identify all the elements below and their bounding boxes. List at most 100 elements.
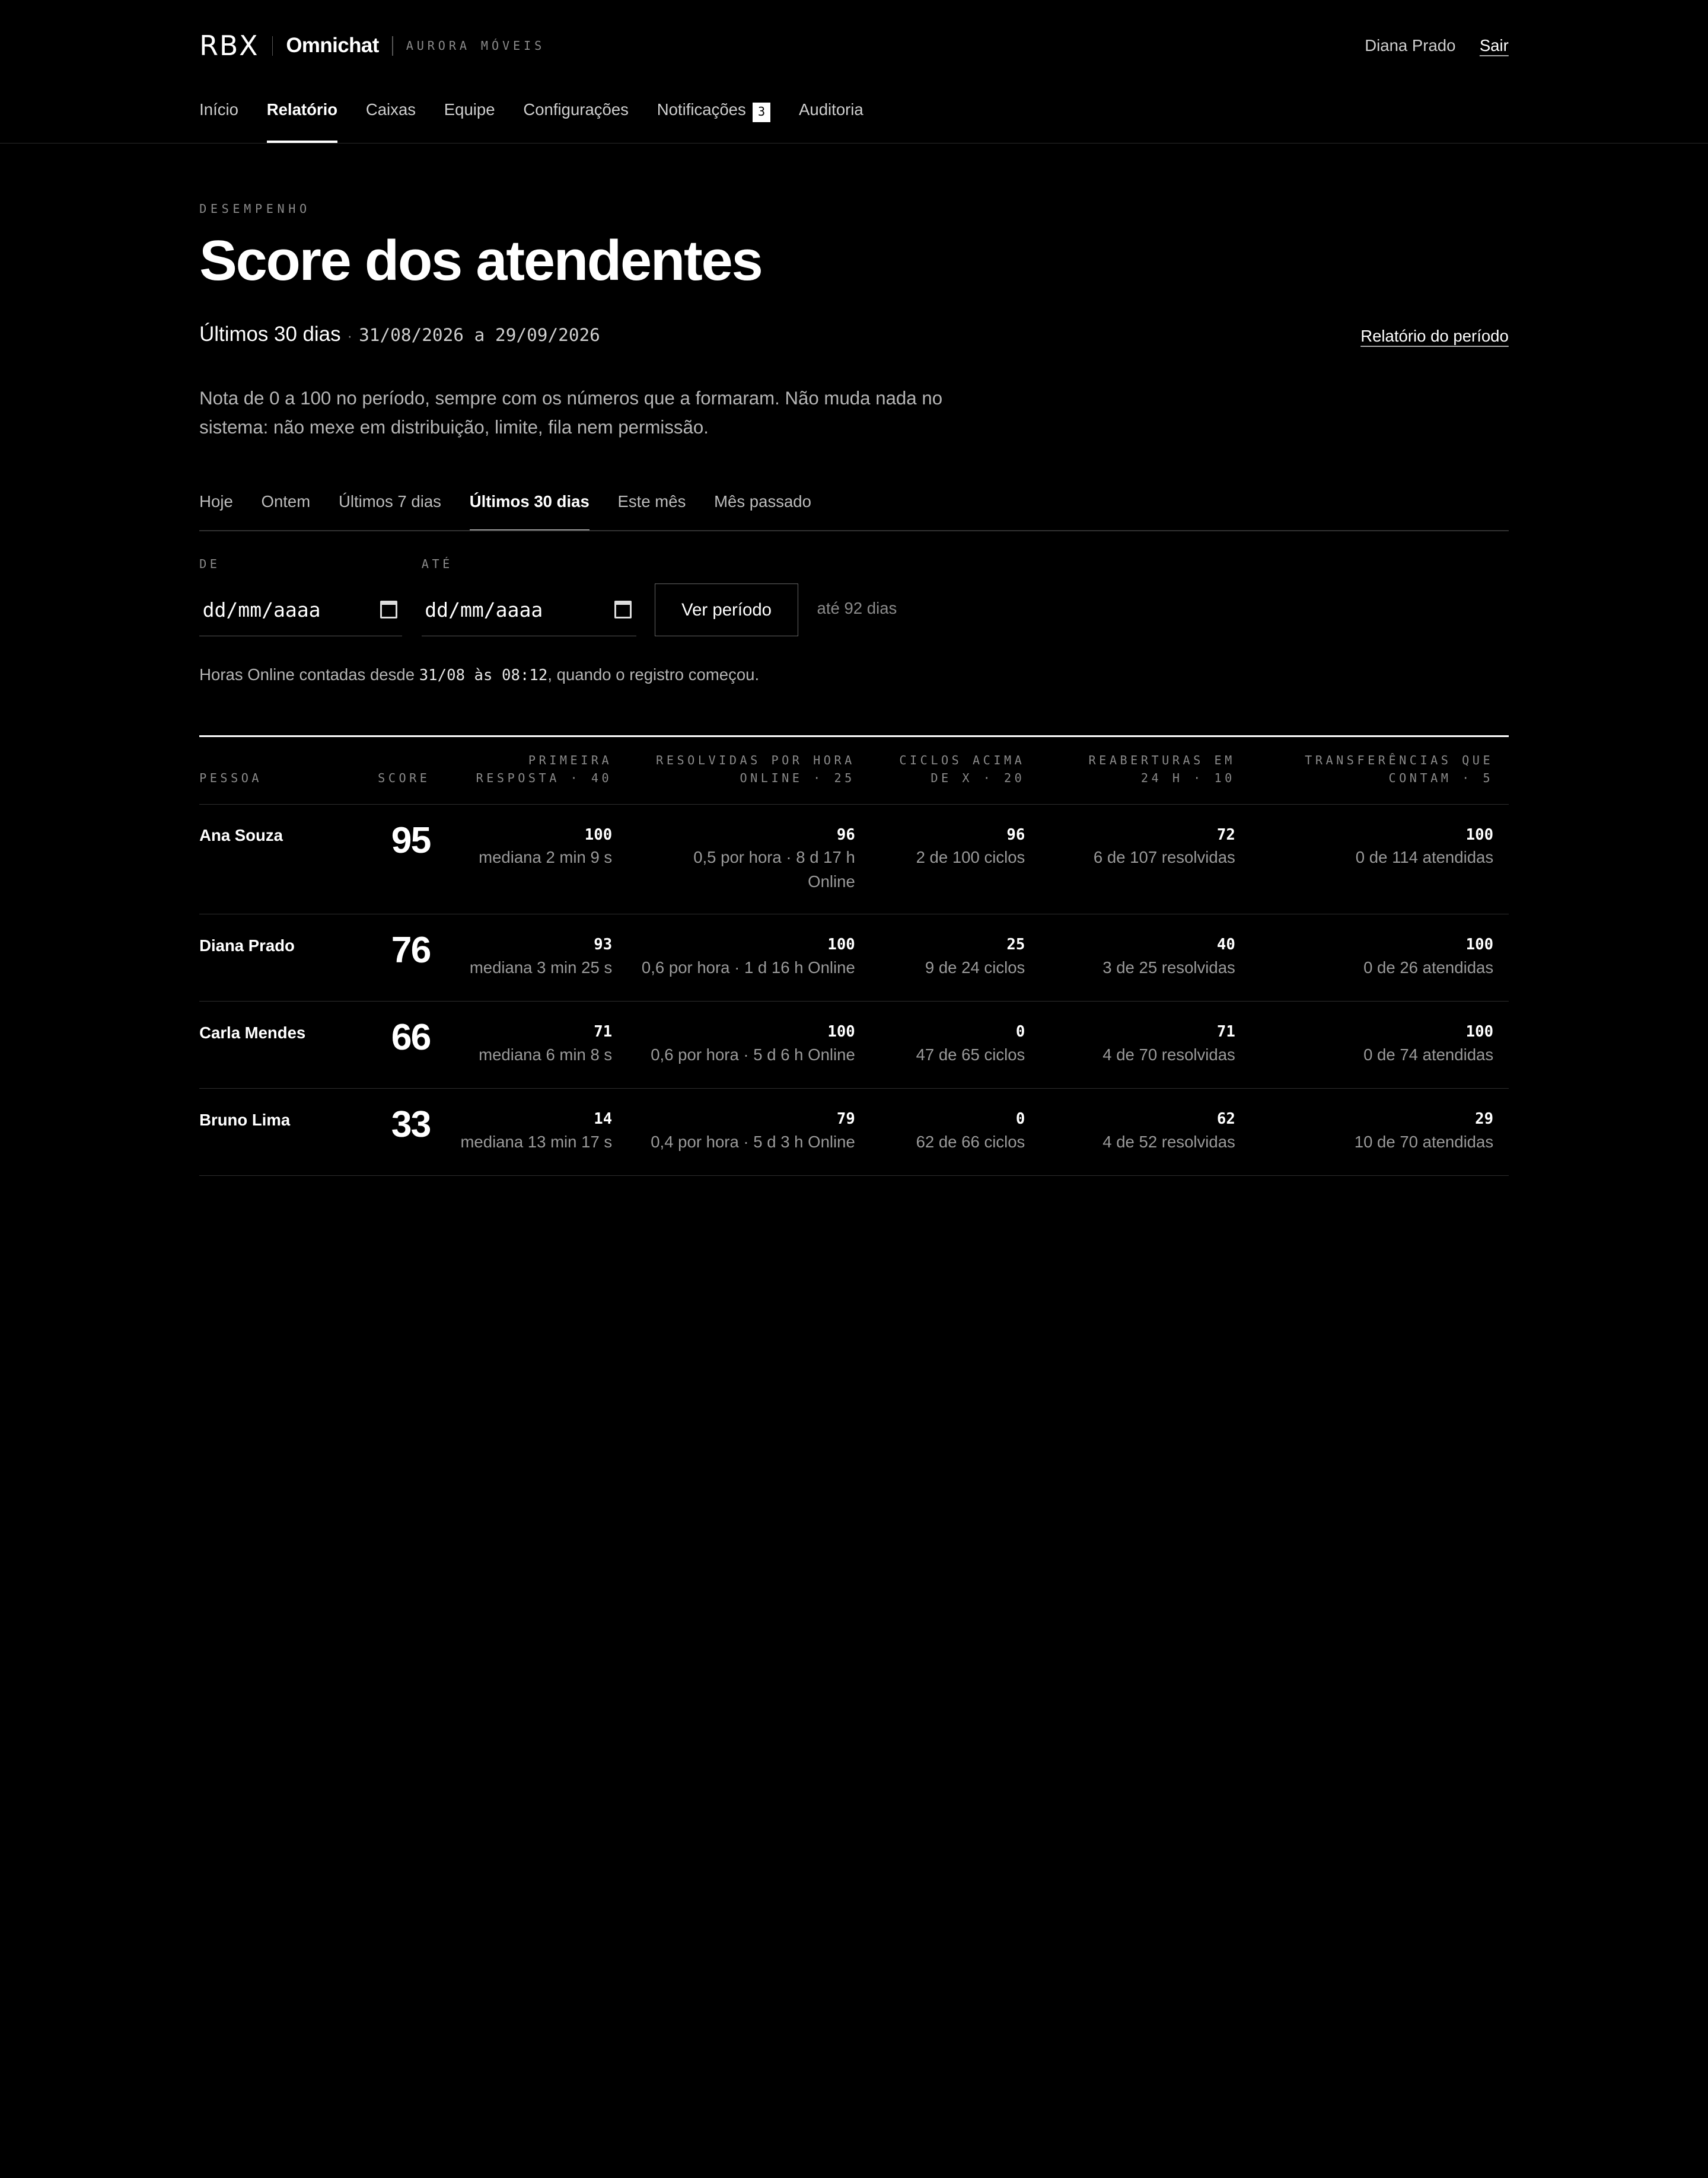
resolved-cell: 100 0,6 por hora · 5 d 6 h Online bbox=[651, 1021, 855, 1067]
app-root: RBX Omnichat AURORA MÓVEIS Diana Prado S… bbox=[0, 0, 1708, 1186]
first-response-cell: 93 mediana 3 min 25 s bbox=[470, 934, 612, 980]
cycles-cell: 0 47 de 65 ciclos bbox=[916, 1021, 1025, 1067]
metric-detail: 0 de 114 atendidas bbox=[1355, 848, 1494, 867]
metric-detail: mediana 13 min 17 s bbox=[460, 1132, 613, 1151]
header-line: 24 H · 10 bbox=[1140, 770, 1235, 785]
header-line: RESPOSTA · 40 bbox=[476, 770, 613, 785]
metric-detail: 62 de 66 ciclos bbox=[916, 1132, 1025, 1151]
col-header-transfers: TRANSFERÊNCIAS QUE CONTAM · 5 bbox=[1305, 752, 1493, 787]
transfers-cell: 29 10 de 70 atendidas bbox=[1355, 1108, 1493, 1154]
tab-ultimos-30-dias[interactable]: Últimos 30 dias bbox=[469, 492, 589, 532]
tab-ultimos-7-dias[interactable]: Últimos 7 dias bbox=[339, 492, 441, 531]
table-row[interactable]: Bruno Lima 33 14 mediana 13 min 17 s 79 0,… bbox=[199, 1089, 1509, 1176]
cycles-cell: 0 62 de 66 ciclos bbox=[916, 1108, 1025, 1154]
score-value: 76 bbox=[391, 929, 432, 971]
score-value: 66 bbox=[391, 1016, 432, 1058]
metric-value: 71 bbox=[1216, 1023, 1235, 1041]
metric-detail: Online bbox=[808, 872, 855, 891]
reopens-cell: 40 3 de 25 resolvidas bbox=[1102, 934, 1235, 980]
metric-detail: 4 de 70 resolvidas bbox=[1102, 1045, 1235, 1064]
resolved-cell: 79 0,4 por hora · 5 d 3 h Online bbox=[651, 1108, 855, 1154]
note-time: 31/08 às 08:12 bbox=[419, 667, 548, 685]
col-header-score: SCORE bbox=[378, 770, 431, 785]
tab-hoje[interactable]: Hoje bbox=[199, 492, 233, 531]
transfers-cell: 100 0 de 26 atendidas bbox=[1363, 934, 1493, 980]
transfers-cell: 100 0 de 114 atendidas bbox=[1356, 824, 1493, 870]
metric-value: 96 bbox=[836, 825, 855, 844]
reopens-cell: 72 6 de 107 resolvidas bbox=[1094, 824, 1235, 870]
metric-detail: 4 de 52 resolvidas bbox=[1102, 1132, 1235, 1151]
metric-detail: mediana 3 min 25 s bbox=[469, 958, 613, 977]
period-report-link[interactable]: Relatório do período bbox=[1360, 327, 1509, 346]
metric-detail: 47 de 65 ciclos bbox=[916, 1045, 1025, 1064]
metric-detail: 0,4 por hora · 5 d 3 h Online bbox=[651, 1132, 855, 1151]
from-date-placeholder: dd/mm/aaaa bbox=[202, 598, 321, 621]
resolved-cell: 100 0,6 por hora · 1 d 16 h Online bbox=[642, 934, 855, 980]
tab-este-mes[interactable]: Este mês bbox=[618, 492, 686, 531]
to-date-placeholder: dd/mm/aaaa bbox=[425, 598, 543, 621]
metric-value: 14 bbox=[594, 1110, 613, 1128]
metric-detail: mediana 2 min 9 s bbox=[479, 848, 613, 867]
table-row[interactable]: Carla Mendes 66 71 mediana 6 min 8 s 100 0… bbox=[199, 1002, 1509, 1089]
metric-detail: 3 de 25 resolvidas bbox=[1102, 958, 1235, 977]
calendar-icon[interactable] bbox=[614, 601, 632, 618]
reopens-cell: 71 4 de 70 resolvidas bbox=[1102, 1021, 1235, 1067]
section-kicker: DESEMPENHO bbox=[199, 201, 311, 216]
tab-mes-passado[interactable]: Mês passado bbox=[714, 492, 811, 531]
table-row[interactable]: Ana Souza 95 100 mediana 2 min 9 s 96 0,5 … bbox=[199, 805, 1509, 915]
table-row[interactable]: Diana Prado 76 93 mediana 3 min 25 s 100 0… bbox=[199, 914, 1509, 1002]
metric-value: 96 bbox=[1006, 825, 1025, 844]
period-range: 31/08/2026 a 29/09/2026 bbox=[359, 324, 600, 345]
cycles-cell: 25 9 de 24 ciclos bbox=[925, 934, 1025, 980]
col-header-resolved: RESOLVIDAS POR HORA ONLINE · 25 bbox=[656, 752, 855, 787]
tabs-divider bbox=[199, 530, 1509, 532]
metric-value: 100 bbox=[827, 936, 855, 954]
col-header-first-response: PRIMEIRA RESPOSTA · 40 bbox=[476, 752, 613, 787]
first-response-cell: 71 mediana 6 min 8 s bbox=[479, 1021, 612, 1067]
header-line: PRIMEIRA bbox=[528, 753, 613, 768]
metric-detail: mediana 6 min 8 s bbox=[479, 1045, 613, 1064]
period-summary: Últimos 30 dias · 31/08/2026 a 29/09/202… bbox=[199, 323, 600, 346]
first-response-cell: 100 mediana 2 min 9 s bbox=[479, 824, 612, 870]
col-header-person: PESSOA bbox=[199, 770, 263, 785]
metric-value: 100 bbox=[827, 1023, 855, 1041]
header-line: DE X · 20 bbox=[931, 770, 1025, 785]
header-line: RESOLVIDAS POR HORA bbox=[656, 753, 855, 768]
transfers-cell: 100 0 de 74 atendidas bbox=[1363, 1021, 1493, 1067]
page-description: Nota de 0 a 100 no período, sempre com o… bbox=[199, 387, 943, 438]
header-line: TRANSFERÊNCIAS QUE bbox=[1305, 753, 1494, 768]
metric-value: 100 bbox=[1465, 1023, 1494, 1041]
cycles-cell: 96 2 de 100 ciclos bbox=[916, 824, 1025, 870]
calendar-icon[interactable] bbox=[380, 601, 398, 618]
metric-value: 40 bbox=[1216, 936, 1235, 954]
reopens-cell: 62 4 de 52 resolvidas bbox=[1102, 1108, 1235, 1154]
range-tabs: Hoje Ontem Últimos 7 dias Últimos 30 dia… bbox=[199, 492, 1509, 532]
person-name: Diana Prado bbox=[199, 936, 295, 955]
view-period-button[interactable]: Ver período bbox=[654, 583, 799, 636]
metric-value: 79 bbox=[836, 1110, 855, 1128]
from-date-input[interactable]: dd/mm/aaaa bbox=[199, 583, 402, 636]
to-date-input[interactable]: dd/mm/aaaa bbox=[421, 583, 636, 636]
score-value: 33 bbox=[391, 1103, 432, 1145]
person-name: Carla Mendes bbox=[199, 1023, 306, 1042]
metric-value: 71 bbox=[594, 1023, 613, 1041]
metric-value: 93 bbox=[594, 936, 613, 954]
resolved-cell: 96 0,5 por hora · 8 d 17 h Online bbox=[693, 824, 855, 894]
header-line: ONLINE · 25 bbox=[740, 770, 855, 785]
metric-value: 100 bbox=[584, 825, 613, 844]
metric-value: 100 bbox=[1465, 936, 1494, 954]
online-hours-note: Horas Online contadas desde 31/08 às 08:… bbox=[199, 665, 759, 684]
col-header-cycles: CICLOS ACIMA DE X · 20 bbox=[899, 752, 1025, 787]
page-title: Score dos atendentes bbox=[199, 229, 763, 292]
tab-ontem[interactable]: Ontem bbox=[262, 492, 311, 531]
metric-detail: 0,6 por hora · 5 d 6 h Online bbox=[651, 1045, 855, 1064]
metric-detail: 0 de 74 atendidas bbox=[1363, 1045, 1494, 1064]
from-label: DE bbox=[199, 556, 221, 571]
metric-detail: 10 de 70 atendidas bbox=[1354, 1132, 1494, 1151]
metric-value: 62 bbox=[1216, 1110, 1235, 1128]
metric-value: 29 bbox=[1475, 1110, 1494, 1128]
metric-detail: 0,6 por hora · 1 d 16 h Online bbox=[641, 958, 855, 977]
first-response-cell: 14 mediana 13 min 17 s bbox=[460, 1108, 612, 1154]
table-header: PESSOA SCORE PRIMEIRA RESPOSTA · 40 RESOL… bbox=[199, 737, 1509, 805]
main-content: DESEMPENHO Score dos atendentes Últimos … bbox=[199, 0, 1509, 1186]
